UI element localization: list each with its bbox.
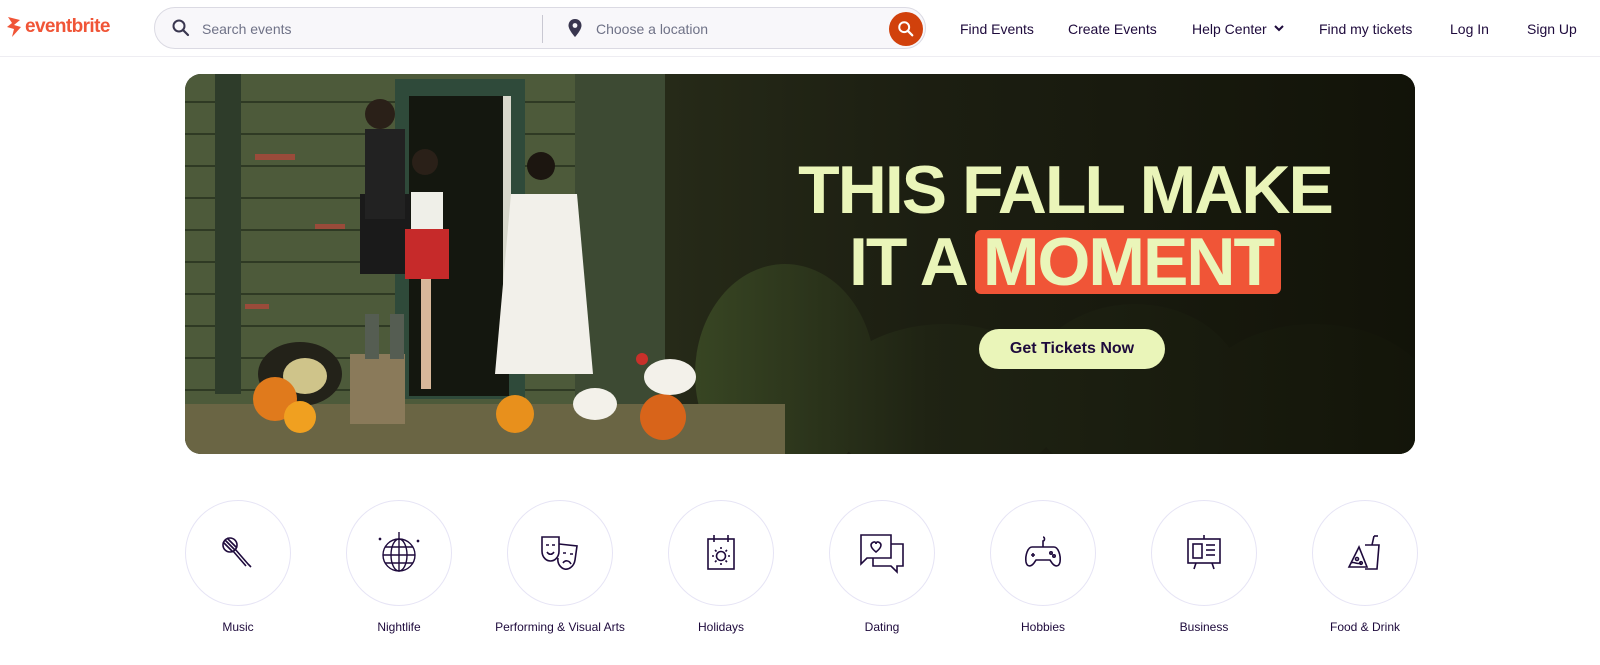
- category-dating[interactable]: Dating: [829, 500, 935, 635]
- category-music-label: Music: [222, 620, 254, 634]
- nav-help-center[interactable]: Help Center: [1192, 0, 1284, 57]
- nav-create-events-label: Create Events: [1068, 20, 1157, 37]
- nav-find-events-label: Find Events: [960, 20, 1034, 37]
- category-business-circle: [1151, 500, 1257, 606]
- category-music[interactable]: Music: [185, 500, 291, 635]
- category-dating-label: Dating: [864, 620, 900, 634]
- presentation-board-icon: [1187, 535, 1221, 570]
- get-tickets-button[interactable]: Get Tickets Now: [979, 329, 1165, 369]
- category-holidays[interactable]: Holidays: [668, 500, 774, 635]
- category-music-circle: [185, 500, 291, 606]
- game-controller-icon: [1025, 536, 1061, 567]
- search-events-input[interactable]: [202, 18, 582, 40]
- hero-headline-line2: IT A MOMENT: [750, 226, 1380, 298]
- search-submit-button[interactable]: [889, 12, 923, 46]
- category-nightlife[interactable]: Nightlife: [346, 500, 452, 635]
- category-holidays-label: Holidays: [697, 620, 745, 634]
- theater-masks-icon: [541, 536, 578, 570]
- eventbrite-logo[interactable]: eventbrite: [6, 14, 110, 40]
- nav-find-my-tickets[interactable]: Find my tickets: [1319, 0, 1412, 57]
- nav-sign-up-label: Sign Up: [1527, 20, 1577, 37]
- nav-find-events[interactable]: Find Events: [960, 0, 1034, 57]
- category-nightlife-label: Nightlife: [377, 620, 421, 634]
- category-performing-arts[interactable]: Performing & Visual Arts: [495, 500, 625, 635]
- hero-headline-line1: THIS FALL MAKE: [798, 152, 1334, 228]
- top-header: eventbrite Find Events Create Events Hel…: [0, 0, 1600, 57]
- category-food-drink-circle: [1312, 500, 1418, 606]
- hero-banner[interactable]: THIS FALL MAKE IT A MOMENT Get Tickets No…: [185, 74, 1415, 454]
- category-holidays-circle: [668, 500, 774, 606]
- nav-log-in-label: Log In: [1450, 20, 1489, 37]
- category-row: Music Nightlife Performing & Visual Arts…: [185, 500, 1418, 660]
- nav-create-events[interactable]: Create Events: [1068, 0, 1157, 57]
- category-business[interactable]: Business: [1151, 500, 1257, 635]
- disco-ball-icon: [378, 532, 420, 572]
- brand-name: eventbrite: [25, 16, 110, 37]
- search-divider: [542, 15, 543, 43]
- nav-help-center-label: Help Center: [1192, 20, 1267, 37]
- category-food-drink[interactable]: Food & Drink: [1312, 500, 1418, 635]
- hero-headline: THIS FALL MAKE IT A MOMENT: [750, 154, 1380, 298]
- microphone-icon: [222, 537, 252, 568]
- category-hobbies-label: Hobbies: [1020, 620, 1066, 634]
- chat-heart-icon: [860, 534, 904, 574]
- search-icon: [172, 19, 190, 37]
- category-hobbies-circle: [990, 500, 1096, 606]
- map-pin-icon: [568, 19, 582, 37]
- search-bar: [154, 7, 926, 49]
- category-business-label: Business: [1179, 620, 1229, 634]
- category-performing-arts-label: Performing & Visual Arts: [495, 620, 625, 634]
- category-hobbies[interactable]: Hobbies: [990, 500, 1096, 635]
- category-food-drink-label: Food & Drink: [1329, 620, 1401, 634]
- location-input[interactable]: [596, 18, 866, 40]
- calendar-sun-icon: [707, 535, 735, 570]
- hero-headline-highlight: MOMENT: [974, 228, 1282, 296]
- search-icon: [898, 21, 914, 37]
- pizza-drink-icon: [1347, 535, 1380, 570]
- category-performing-arts-circle: [507, 500, 613, 606]
- nav-log-in[interactable]: Log In: [1450, 0, 1489, 57]
- chevron-down-icon: [1273, 25, 1284, 32]
- nav-find-my-tickets-label: Find my tickets: [1319, 20, 1413, 37]
- hero-headline-line2-text: IT A: [848, 224, 969, 300]
- eventbrite-logo-mark-icon: [7, 17, 21, 37]
- nav-sign-up[interactable]: Sign Up: [1527, 0, 1577, 57]
- category-nightlife-circle: [346, 500, 452, 606]
- category-dating-circle: [829, 500, 935, 606]
